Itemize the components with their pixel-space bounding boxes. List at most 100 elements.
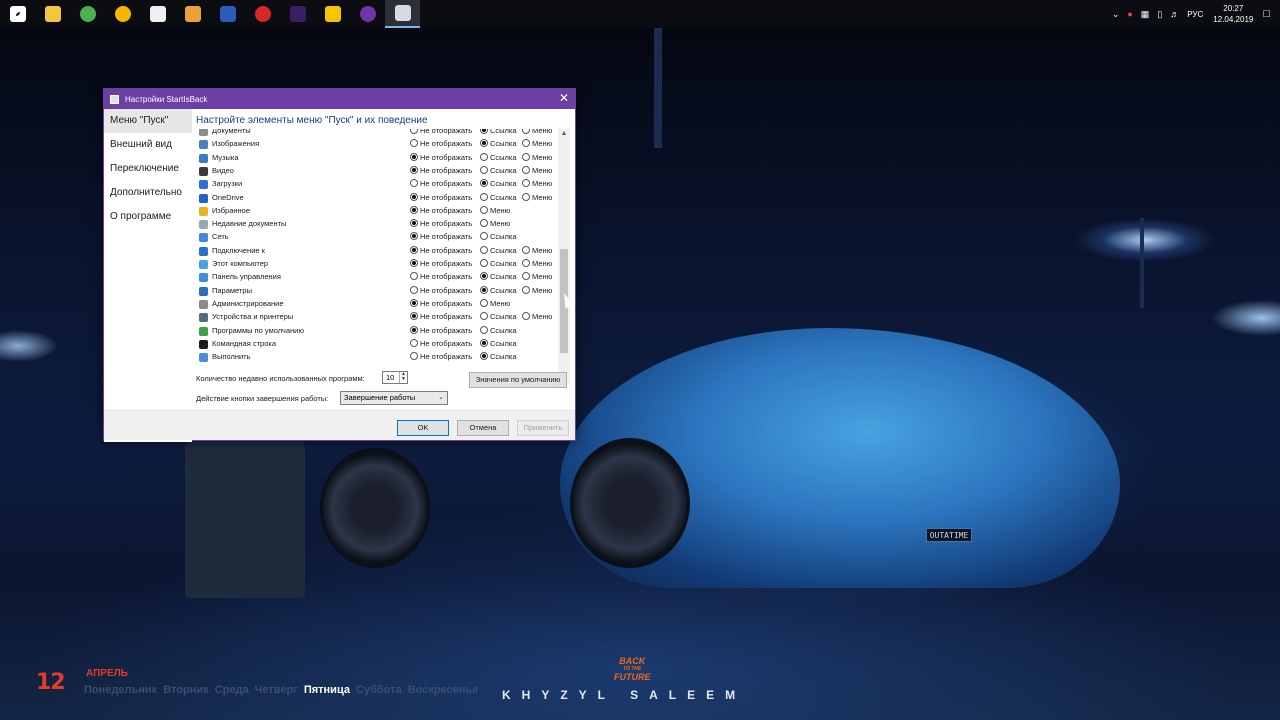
radio-button[interactable] <box>410 205 418 214</box>
radio-menu[interactable]: Меню <box>522 165 552 175</box>
record-app-icon[interactable] <box>245 0 280 28</box>
radio-button[interactable] <box>480 205 488 214</box>
radio-link[interactable]: Ссылка <box>480 129 517 135</box>
radio-menu[interactable]: Меню <box>522 312 552 321</box>
radio-button[interactable] <box>480 232 488 241</box>
media-player-icon[interactable] <box>350 0 385 28</box>
radio-button[interactable] <box>480 139 488 148</box>
premiere-pro-icon[interactable] <box>280 0 315 28</box>
radio-hide[interactable]: Не отображать <box>410 139 472 148</box>
radio-button[interactable] <box>480 152 488 161</box>
radio-link[interactable]: Ссылка <box>480 232 517 241</box>
radio-menu[interactable]: Меню <box>522 285 552 295</box>
chevron-up-icon[interactable]: ⌄ <box>1108 9 1124 20</box>
language-indicator[interactable]: РУС <box>1183 10 1207 19</box>
radio-button[interactable] <box>522 129 530 134</box>
radio-button[interactable] <box>480 219 488 228</box>
radio-button[interactable] <box>522 179 530 188</box>
radio-link[interactable]: Ссылка <box>480 152 517 162</box>
radio-link[interactable]: Ссылка <box>480 272 517 281</box>
radio-button[interactable] <box>410 338 418 347</box>
radio-button[interactable] <box>522 245 530 254</box>
apply-button[interactable]: Применить <box>517 420 569 436</box>
list-scrollbar[interactable]: ▲ ▼ <box>558 129 570 383</box>
warning-app-icon[interactable] <box>315 0 350 28</box>
startisback-settings-icon[interactable] <box>385 0 420 28</box>
close-icon[interactable]: ✕ <box>557 91 571 105</box>
radio-link[interactable]: Ссылка <box>480 325 517 335</box>
firefox-icon[interactable] <box>210 0 245 28</box>
radio-button[interactable] <box>480 129 488 134</box>
radio-link[interactable]: Ссылка <box>480 139 517 148</box>
radio-link[interactable]: Ссылка <box>480 179 517 188</box>
radio-button[interactable] <box>480 192 488 201</box>
radio-button[interactable] <box>480 352 488 361</box>
mail-app-icon[interactable] <box>175 0 210 28</box>
radio-button[interactable] <box>480 298 488 307</box>
radio-button[interactable] <box>410 259 418 267</box>
battery-icon[interactable]: ▯ <box>1153 9 1166 20</box>
radio-hide[interactable]: Не отображать <box>410 179 472 188</box>
radio-hide[interactable]: Не отображать <box>410 152 472 162</box>
store-icon[interactable] <box>140 0 175 28</box>
radio-link[interactable]: Ссылка <box>480 352 517 361</box>
scroll-up-icon[interactable]: ▲ <box>558 129 570 139</box>
radio-hide[interactable]: Не отображать <box>410 245 472 255</box>
radio-hide[interactable]: Не отображать <box>410 338 472 348</box>
radio-button[interactable] <box>410 298 418 307</box>
radio-menu[interactable]: Меню <box>522 129 552 135</box>
radio-menu[interactable]: Меню <box>522 245 552 255</box>
radio-hide[interactable]: Не отображать <box>410 259 472 268</box>
radio-button[interactable] <box>480 285 488 294</box>
radio-button[interactable] <box>480 325 488 334</box>
radio-button[interactable] <box>410 272 418 281</box>
radio-link[interactable]: Ссылка <box>480 245 517 255</box>
radio-button[interactable] <box>522 272 530 281</box>
volume-icon[interactable]: ♬ <box>1166 9 1183 19</box>
notifications-icon[interactable]: □ <box>1259 8 1280 20</box>
radio-button[interactable] <box>480 312 488 321</box>
ok-button[interactable]: OK <box>397 420 449 436</box>
radio-button[interactable] <box>410 352 418 361</box>
radio-menu[interactable]: Меню <box>522 152 552 162</box>
radio-button[interactable] <box>410 152 418 161</box>
file-explorer-icon[interactable] <box>35 0 70 28</box>
radio-menu[interactable]: Меню <box>522 179 552 188</box>
radio-link[interactable]: Ссылка <box>480 192 517 202</box>
radio-button[interactable] <box>410 129 418 134</box>
clock[interactable]: 20:27 12.04.2019 <box>1207 3 1259 25</box>
radio-hide[interactable]: Не отображать <box>410 205 472 215</box>
radio-button[interactable] <box>522 192 530 201</box>
cancel-button[interactable]: Отмена <box>457 420 509 436</box>
radio-hide[interactable]: Не отображать <box>410 219 472 228</box>
nav-item-appearance[interactable]: Внешний вид <box>104 133 192 157</box>
radio-button[interactable] <box>480 165 488 174</box>
power-action-select[interactable]: Завершение работы ⌄ <box>340 391 448 405</box>
radio-hide[interactable]: Не отображать <box>410 129 472 135</box>
radio-hide[interactable]: Не отображать <box>410 272 472 281</box>
radio-link[interactable]: Ссылка <box>480 259 517 268</box>
radio-button[interactable] <box>410 179 418 188</box>
radio-link[interactable]: Ссылка <box>480 338 517 348</box>
radio-button[interactable] <box>410 139 418 148</box>
stepper-arrows-icon[interactable]: ▲ ▼ <box>399 372 407 383</box>
radio-button[interactable] <box>410 285 418 294</box>
radio-button[interactable] <box>522 312 530 321</box>
radio-button[interactable] <box>480 338 488 347</box>
windows-start-icon[interactable] <box>0 0 35 28</box>
dialog-titlebar[interactable]: Настройки StartIsBack ✕ <box>104 89 575 109</box>
radio-menu[interactable]: Меню <box>522 272 552 281</box>
radio-link[interactable]: Ссылка <box>480 285 517 295</box>
radio-button[interactable] <box>410 219 418 228</box>
radio-hide[interactable]: Не отображать <box>410 192 472 202</box>
radio-hide[interactable]: Не отображать <box>410 352 472 361</box>
radio-menu[interactable]: Меню <box>522 192 552 202</box>
recent-programs-stepper[interactable]: 10 ▲ ▼ <box>382 371 408 384</box>
radio-menu[interactable]: Меню <box>522 259 552 268</box>
radio-button[interactable] <box>522 165 530 174</box>
radio-button[interactable] <box>410 192 418 201</box>
radio-link[interactable]: Ссылка <box>480 165 517 175</box>
radio-button[interactable] <box>480 259 488 267</box>
radio-button[interactable] <box>522 259 530 267</box>
defaults-button[interactable]: Значения по умолчанию <box>469 372 567 388</box>
